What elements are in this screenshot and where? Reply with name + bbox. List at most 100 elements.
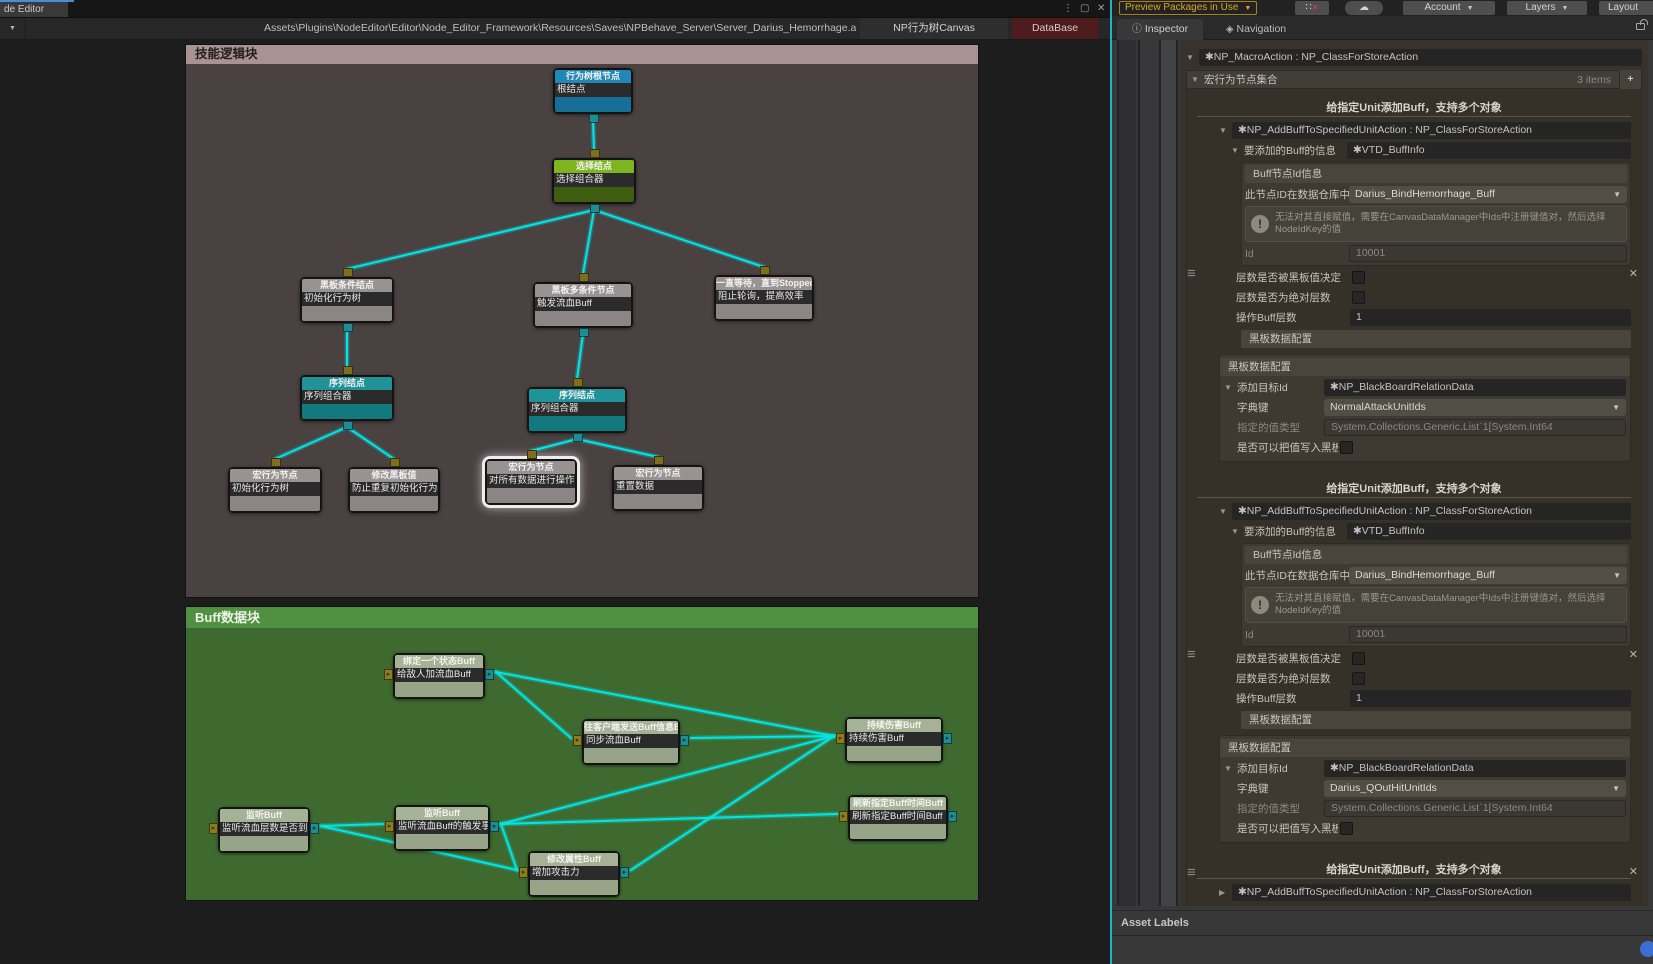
graph-node-macro2[interactable]: 宏行为节点对所有数据进行操作 bbox=[485, 459, 577, 505]
write-bb-checkbox[interactable] bbox=[1340, 822, 1353, 835]
graph-node-root[interactable]: 行为树根节点根结点 bbox=[553, 68, 633, 114]
graph-node-dot[interactable]: 持续伤害Buff持续伤害Buff▸▸ bbox=[845, 717, 943, 763]
foldout-arrow-icon[interactable]: ▼ bbox=[1219, 507, 1232, 516]
graph-node-listen2[interactable]: 监听Buff监听流血Buff的触发事件▸▸ bbox=[394, 805, 490, 851]
graph-node-modbb[interactable]: 修改黑板值防止重复初始化行为树 bbox=[348, 467, 440, 513]
out-port-icon[interactable] bbox=[589, 114, 599, 123]
graph-node-bind[interactable]: 绑定一个状态Buff给敌人加流血Buff▸▸ bbox=[393, 653, 485, 699]
right-port-icon[interactable]: ▸ bbox=[680, 735, 689, 746]
stack-abs-checkbox[interactable] bbox=[1352, 672, 1365, 685]
foldout-arrow-icon[interactable]: ▼ bbox=[1186, 53, 1199, 62]
node-id-dropdown[interactable]: Darius_BindHemorrhage_Buff ▼ bbox=[1349, 186, 1627, 203]
foldout-arrow-icon[interactable]: ▶ bbox=[1219, 888, 1232, 897]
target-value[interactable]: ✱NP_BlackBoardRelationData bbox=[1324, 760, 1626, 777]
in-port-icon[interactable] bbox=[573, 378, 583, 387]
in-port-icon[interactable] bbox=[579, 273, 589, 282]
graph-node-wait[interactable]: 一直等待，直到Stopped阻止轮询，提高效率 bbox=[714, 275, 814, 321]
tab-node-editor[interactable]: de Editor bbox=[0, 2, 68, 17]
account-dropdown[interactable]: Account▼ bbox=[1403, 1, 1495, 15]
right-port-icon[interactable]: ▸ bbox=[490, 821, 499, 832]
layout-dropdown[interactable]: Layout bbox=[1599, 1, 1653, 15]
foldout-arrow-icon[interactable]: ▼ bbox=[1231, 146, 1244, 155]
remove-element-button[interactable]: ✕ bbox=[1629, 267, 1638, 280]
lock-icon[interactable] bbox=[1636, 23, 1645, 30]
database-button[interactable]: DataBase bbox=[1012, 18, 1098, 39]
graph-node-selector[interactable]: 选择结点选择组合器 bbox=[552, 158, 636, 204]
out-port-icon[interactable] bbox=[590, 204, 600, 213]
action-header[interactable]: ✱NP_AddBuffToSpecifiedUnitAction : NP_Cl… bbox=[1232, 122, 1631, 139]
toolbar-dropdown-caret[interactable]: ▼ bbox=[0, 18, 26, 39]
write-bb-checkbox[interactable] bbox=[1340, 441, 1353, 454]
remove-element-button[interactable]: ✕ bbox=[1629, 865, 1638, 878]
node-id-dropdown[interactable]: Darius_BindHemorrhage_Buff ▼ bbox=[1349, 567, 1627, 584]
asset-labels-header[interactable]: Asset Labels bbox=[1112, 910, 1653, 936]
graph-node-seq1[interactable]: 序列结点序列组合器 bbox=[300, 375, 394, 421]
tab-navigation[interactable]: ◈Navigation bbox=[1208, 19, 1304, 40]
action-header[interactable]: ✱NP_AddBuffToSpecifiedUnitAction : NP_Cl… bbox=[1232, 884, 1631, 901]
in-port-icon[interactable] bbox=[590, 149, 600, 158]
buff-info-value[interactable]: ✱VTD_BuffInfo bbox=[1347, 142, 1631, 159]
graph-node-listen1[interactable]: 监听Buff监听流血层数是否到达5层▸▸ bbox=[218, 807, 310, 853]
maximize-icon[interactable]: ▢ bbox=[1080, 1, 1089, 16]
graph-node-seq2[interactable]: 序列结点序列组合器 bbox=[527, 387, 627, 433]
foldout-arrow-icon[interactable]: ▼ bbox=[1219, 126, 1232, 135]
out-port-icon[interactable] bbox=[573, 433, 583, 442]
foldout-arrow-icon[interactable]: ▼ bbox=[1191, 75, 1204, 84]
in-port-icon[interactable] bbox=[343, 268, 353, 277]
drag-handle-icon[interactable]: ≡ bbox=[1187, 868, 1196, 878]
right-port-icon[interactable]: ▸ bbox=[310, 823, 319, 834]
asset-label-badge[interactable] bbox=[1640, 941, 1653, 957]
left-port-icon[interactable]: ▸ bbox=[839, 811, 848, 822]
out-port-icon[interactable] bbox=[579, 328, 589, 337]
foldout-arrow-icon[interactable]: ▼ bbox=[1224, 764, 1237, 773]
dict-dropdown[interactable]: NormalAttackUnitIds ▼ bbox=[1324, 399, 1626, 416]
right-port-icon[interactable]: ▸ bbox=[948, 811, 957, 822]
in-port-icon[interactable] bbox=[390, 458, 400, 467]
left-port-icon[interactable]: ▸ bbox=[209, 823, 218, 834]
left-port-icon[interactable]: ▸ bbox=[385, 821, 394, 832]
inspector-scrollbar[interactable] bbox=[1159, 40, 1178, 906]
left-port-icon[interactable]: ▸ bbox=[384, 669, 393, 680]
more-icon[interactable]: ⋮ bbox=[1063, 1, 1073, 16]
right-port-icon[interactable]: ▸ bbox=[943, 733, 952, 744]
in-port-icon[interactable] bbox=[654, 456, 664, 465]
close-icon[interactable]: ✕ bbox=[1097, 1, 1105, 16]
collab-button[interactable]: ∷✕ bbox=[1295, 1, 1329, 15]
out-port-icon[interactable] bbox=[343, 323, 353, 332]
drag-handle-icon[interactable]: ≡ bbox=[1187, 269, 1196, 279]
add-item-button[interactable]: + bbox=[1619, 70, 1641, 89]
out-port-icon[interactable] bbox=[343, 421, 353, 430]
macro-action-header[interactable]: ✱NP_MacroAction : NP_ClassForStoreAction bbox=[1199, 49, 1642, 66]
action-header[interactable]: ✱NP_AddBuffToSpecifiedUnitAction : NP_Cl… bbox=[1232, 503, 1631, 520]
graph-node-macro1[interactable]: 宏行为节点初始化行为树 bbox=[228, 467, 322, 513]
target-value[interactable]: ✱NP_BlackBoardRelationData bbox=[1324, 379, 1626, 396]
stack-bb-checkbox[interactable] bbox=[1352, 271, 1365, 284]
op-stack-field[interactable]: 1 bbox=[1350, 690, 1631, 707]
graph-node-send[interactable]: 往客户端发送Buff信息Buff同步流血Buff▸▸ bbox=[582, 719, 680, 765]
dict-dropdown[interactable]: Darius_QOutHitUnitIds ▼ bbox=[1324, 780, 1626, 797]
node-editor-area[interactable]: 技能逻辑块 行为树根节点根结点选择结点选择组合器黑板条件结点初始化行为树黑板多条… bbox=[0, 40, 1110, 964]
right-port-icon[interactable]: ▸ bbox=[485, 669, 494, 680]
canvas-type-button[interactable]: NP行为树Canvas bbox=[860, 18, 1008, 39]
graph-node-bbcond[interactable]: 黑板条件结点初始化行为树 bbox=[300, 277, 394, 323]
buff-data-canvas[interactable]: Buff数据块 绑定一个状态Buff给敌人加流血Buff▸▸往客户端发送Buff… bbox=[186, 607, 978, 900]
tab-inspector[interactable]: ⓘInspector bbox=[1117, 19, 1203, 40]
in-port-icon[interactable] bbox=[343, 366, 353, 375]
right-port-icon[interactable]: ▸ bbox=[620, 867, 629, 878]
left-port-icon[interactable]: ▸ bbox=[836, 733, 845, 744]
in-port-icon[interactable] bbox=[760, 266, 770, 275]
op-stack-field[interactable]: 1 bbox=[1350, 309, 1631, 326]
layers-dropdown[interactable]: Layers▼ bbox=[1507, 1, 1587, 15]
remove-element-button[interactable]: ✕ bbox=[1629, 648, 1638, 661]
preview-packages-dropdown[interactable]: Preview Packages in Use▼ bbox=[1119, 1, 1257, 15]
left-port-icon[interactable]: ▸ bbox=[519, 867, 528, 878]
graph-node-modattr[interactable]: 修改属性Buff增加攻击力▸▸ bbox=[528, 851, 620, 897]
cloud-button[interactable]: ☁ bbox=[1345, 1, 1383, 15]
in-port-icon[interactable] bbox=[527, 450, 537, 459]
foldout-arrow-icon[interactable]: ▼ bbox=[1231, 527, 1244, 536]
in-port-icon[interactable] bbox=[271, 458, 281, 467]
skill-logic-canvas[interactable]: 技能逻辑块 行为树根节点根结点选择结点选择组合器黑板条件结点初始化行为树黑板多条… bbox=[186, 45, 978, 597]
drag-handle-icon[interactable]: ≡ bbox=[1187, 650, 1196, 660]
graph-node-macro3[interactable]: 宏行为节点重置数据 bbox=[612, 465, 704, 511]
left-port-icon[interactable]: ▸ bbox=[573, 735, 582, 746]
